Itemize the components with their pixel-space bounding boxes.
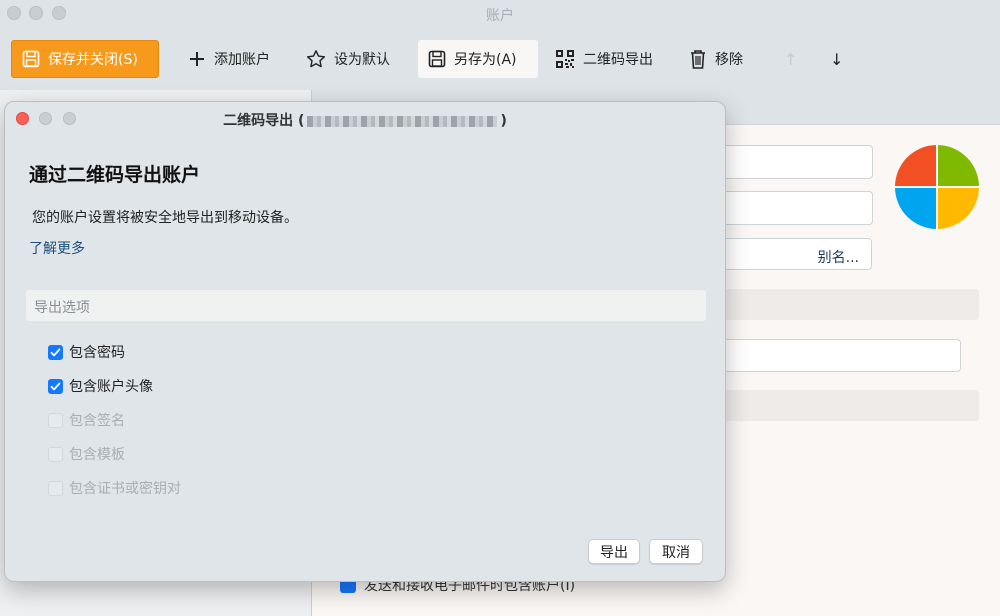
option-include-templates: 包含模板 [48,444,125,464]
add-account-label: 添加账户 [214,52,270,68]
plus-icon [190,52,204,66]
option-include-password[interactable]: 包含密码 [48,342,125,362]
logo-yellow-quadrant [938,188,979,229]
floppy-icon [428,50,446,68]
option-include-certificates: 包含证书或密钥对 [48,478,181,498]
window-titlebar: 账户 [0,0,1000,28]
alias-button[interactable]: 别名... [722,238,872,270]
checkmark-icon [50,382,61,390]
save-and-close-button[interactable]: 保存并关闭(S) [11,40,159,78]
redacted-email [307,115,498,127]
move-up-button[interactable]: ↑ [774,40,807,78]
cancel-button[interactable]: 取消 [649,539,703,564]
dialog-title-text: 二维码导出 [223,113,294,129]
option-label: 包含证书或密钥对 [69,481,181,497]
full-name-field[interactable] [722,191,873,225]
toolbar: 保存并关闭(S) 添加账户 设为默认 另存为(A) 二维码导出 移除 ↑ ↓ [0,28,1000,90]
floppy-icon [22,50,40,68]
logo-green-quadrant [938,145,979,186]
set-default-label: 设为默认 [334,52,390,68]
logo-blue-quadrant [895,188,936,229]
option-include-avatar[interactable]: 包含账户头像 [48,376,153,396]
dialog-title: 二维码导出 () [5,110,725,130]
logo-red-quadrant [895,145,936,186]
qr-export-dialog: 二维码导出 () 通过二维码导出账户 您的账户设置将被安全地导出到移动设备。 了… [4,101,726,582]
save-as-label: 另存为(A) [454,52,517,68]
checkbox-disabled [48,412,63,428]
remove-button[interactable]: 移除 [679,40,753,78]
dialog-description: 您的账户设置将被安全地导出到移动设备。 [32,210,298,226]
move-down-button[interactable]: ↓ [820,40,853,78]
qr-export-button[interactable]: 二维码导出 [545,40,663,78]
qr-export-label: 二维码导出 [583,52,653,68]
section-header-bg-2 [722,390,979,421]
remove-label: 移除 [715,52,743,68]
option-label: 包含密码 [69,345,125,361]
export-button[interactable]: 导出 [588,539,640,564]
learn-more-link[interactable]: 了解更多 [29,238,85,258]
option-label: 包含账户头像 [69,379,153,395]
trash-icon [691,50,705,69]
reply-address-field[interactable] [722,339,961,372]
section-header-bg [722,289,979,320]
checkmark-icon [50,348,61,356]
option-label: 包含模板 [69,447,125,463]
qr-code-icon [556,50,574,68]
save-and-close-label: 保存并关闭(S) [48,52,138,68]
export-options-header: 导出选项 [26,290,706,321]
microsoft-logo [895,145,979,229]
dialog-titlebar: 二维码导出 () [5,102,725,136]
checkbox-checked[interactable] [48,378,63,394]
checkbox-checked[interactable] [48,344,63,360]
save-as-button[interactable]: 另存为(A) [418,40,538,78]
dialog-heading: 通过二维码导出账户 [29,164,201,186]
set-default-button[interactable]: 设为默认 [296,40,400,78]
option-include-signature: 包含签名 [48,410,125,430]
dialog-title-paren-open: ( [298,113,305,129]
checkbox-disabled [48,480,63,496]
account-name-field[interactable] [722,145,873,179]
star-icon [307,50,325,68]
window-title: 账户 [486,8,514,24]
dialog-title-paren-close: ) [500,113,507,129]
add-account-button[interactable]: 添加账户 [178,40,280,78]
checkbox-disabled [48,446,63,462]
option-label: 包含签名 [69,413,125,429]
